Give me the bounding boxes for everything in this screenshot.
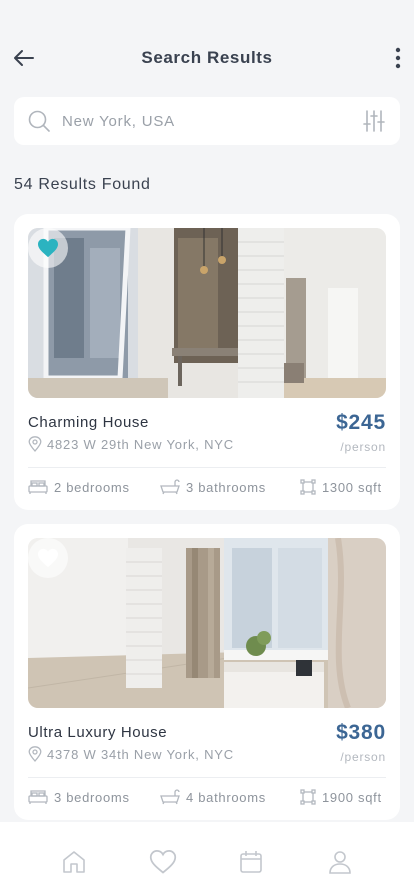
- heart-icon: [38, 548, 58, 568]
- results-count: 54 Results Found: [14, 176, 151, 193]
- calendar-icon: [240, 851, 263, 873]
- bed-icon: [28, 480, 48, 494]
- nav-calendar[interactable]: [235, 846, 267, 878]
- bottom-navigation: [0, 822, 414, 896]
- search-input[interactable]: [62, 112, 360, 130]
- location-pin-icon: [28, 746, 42, 762]
- listing-photo: [28, 538, 386, 708]
- listing-address-text: 4823 W 29th New York, NYC: [47, 436, 234, 452]
- bedrooms-feature: 3 bedrooms: [28, 789, 130, 805]
- more-options-button[interactable]: [390, 44, 406, 72]
- area-feature: 1300 sqft: [300, 479, 382, 495]
- listing-address-text: 4378 W 34th New York, NYC: [47, 746, 234, 762]
- listing-price: $245: [336, 411, 386, 434]
- nav-home[interactable]: [58, 846, 90, 878]
- favorite-button[interactable]: [28, 228, 68, 268]
- sliders-icon: [363, 110, 385, 132]
- listing-price-unit: /person: [340, 750, 386, 764]
- page-title: Search Results: [141, 48, 273, 67]
- bathtub-icon: [160, 479, 180, 495]
- arrow-left-icon: [14, 50, 34, 66]
- heart-icon: [38, 238, 58, 258]
- nav-profile[interactable]: [324, 846, 356, 878]
- header: Search Results: [0, 40, 414, 76]
- divider: [28, 777, 386, 778]
- search-icon: [26, 108, 52, 134]
- area-text: 1900 sqft: [322, 789, 382, 805]
- bathrooms-feature: 4 bathrooms: [160, 789, 266, 805]
- area-text: 1300 sqft: [322, 479, 382, 495]
- bedrooms-text: 3 bedrooms: [54, 789, 130, 805]
- listing-card[interactable]: Ultra Luxury House 4378 W 34th New York,…: [14, 524, 400, 820]
- nav-favorites[interactable]: [147, 846, 179, 878]
- location-pin-icon: [28, 436, 42, 452]
- more-vertical-icon: [395, 47, 401, 69]
- search-bar: [14, 97, 400, 145]
- home-icon: [63, 851, 86, 873]
- bathtub-icon: [160, 789, 180, 805]
- area-feature: 1900 sqft: [300, 789, 382, 805]
- listing-name: Ultra Luxury House: [28, 724, 168, 741]
- bathrooms-text: 4 bathrooms: [186, 789, 266, 805]
- listing-card[interactable]: Charming House 4823 W 29th New York, NYC…: [14, 214, 400, 510]
- heart-icon: [149, 850, 176, 874]
- favorite-button[interactable]: [28, 538, 68, 578]
- listing-name: Charming House: [28, 414, 149, 431]
- back-button[interactable]: [10, 44, 38, 72]
- listing-address: 4378 W 34th New York, NYC: [28, 746, 234, 762]
- listing-price: $380: [336, 721, 386, 744]
- listing-price-unit: /person: [340, 440, 386, 454]
- bathrooms-text: 3 bathrooms: [186, 479, 266, 495]
- bathrooms-feature: 3 bathrooms: [160, 479, 266, 495]
- area-icon: [300, 479, 316, 495]
- user-icon: [328, 851, 351, 874]
- filter-button[interactable]: [360, 107, 388, 135]
- listing-address: 4823 W 29th New York, NYC: [28, 436, 234, 452]
- bedrooms-text: 2 bedrooms: [54, 479, 130, 495]
- divider: [28, 467, 386, 468]
- bedrooms-feature: 2 bedrooms: [28, 479, 130, 495]
- bed-icon: [28, 790, 48, 804]
- area-icon: [300, 789, 316, 805]
- listing-photo: [28, 228, 386, 398]
